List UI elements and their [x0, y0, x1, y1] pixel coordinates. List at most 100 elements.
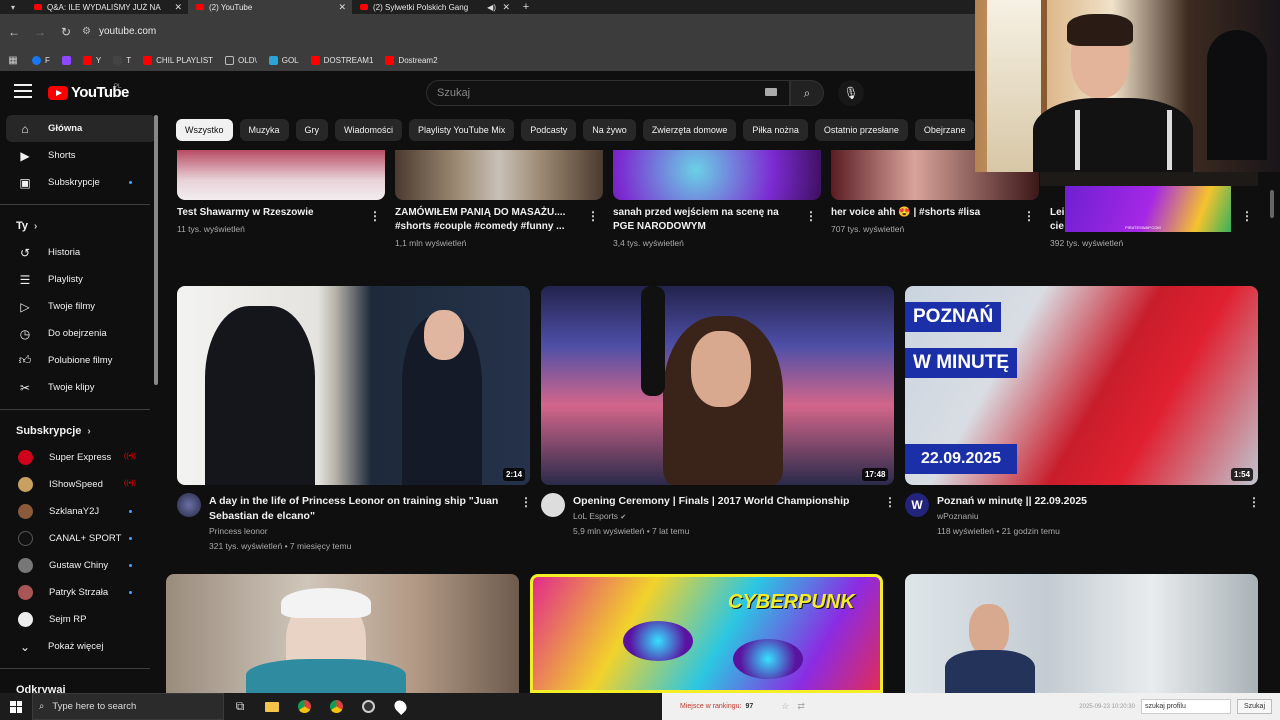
video-thumbnail-poznan[interactable]: POZNAŃ W MINUTĘ 22.09.2025	[905, 286, 1258, 485]
channel-avatar[interactable]	[177, 493, 201, 517]
new-tab-button[interactable]: +	[516, 1, 536, 13]
bookmark-t[interactable]: T	[107, 49, 137, 71]
channel-name[interactable]: Princess leonor	[209, 526, 268, 536]
bookmark-folder-old[interactable]: OLD\	[219, 49, 263, 71]
refresh-icon[interactable]: ⇄	[797, 701, 805, 712]
sidebar-item-liked[interactable]: 👍︎ Polubione filmy	[0, 347, 162, 374]
search-button[interactable]: ⌕	[790, 80, 824, 106]
video-thumbnail[interactable]	[395, 150, 603, 200]
video-title[interactable]: Opening Ceremony | Finals | 2017 World C…	[573, 494, 873, 509]
video-title[interactable]: Test Shawarmy w Rzeszowie	[177, 206, 362, 220]
obs-icon[interactable]	[352, 693, 384, 720]
main-scrollbar[interactable]	[1270, 190, 1274, 218]
sidebar-sub-szklanay2j[interactable]: SzklanaY2J	[0, 498, 162, 525]
bookmark-chil-playlist[interactable]: CHIL PLAYLIST	[137, 49, 219, 71]
sidebar-item-history[interactable]: ↺ Historia	[0, 239, 162, 266]
chip-live[interactable]: Na żywo	[583, 119, 636, 141]
browser-tab-sylwetki[interactable]: (2) Sylwetki Polskich Gangst ◀) ✕	[352, 0, 516, 14]
browser-tab-qa[interactable]: Q&A: ILE WYDALIŚMY JUŻ NA ✕	[26, 0, 188, 14]
sidebar-item-shorts[interactable]: ▶ Shorts	[0, 142, 162, 169]
video-title[interactable]: sanah przed wejściem na scenę na PGE NAR…	[613, 206, 798, 234]
back-arrow-icon[interactable]: ←	[2, 20, 26, 44]
sidebar-section-subscriptions[interactable]: Subskrypcje ›	[0, 418, 162, 444]
bookmark-dostream2[interactable]: Dostream2	[379, 49, 443, 71]
sidebar-item-your-videos[interactable]: ▷ Twoje filmy	[0, 293, 162, 320]
sidebar-item-clips[interactable]: ✂ Twoje klipy	[0, 374, 162, 401]
chrome-profile-icon[interactable]	[320, 693, 352, 720]
video-title[interactable]: Poznań w minutę || 22.09.2025	[937, 494, 1237, 509]
sidebar-scrollbar[interactable]	[154, 115, 158, 385]
video-thumbnail-doctor[interactable]	[905, 574, 1258, 693]
tab-search-icon[interactable]: ▾	[0, 0, 26, 14]
bookmark-f[interactable]: F	[26, 49, 56, 71]
bookmark-y[interactable]: Y	[77, 49, 107, 71]
more-options-icon[interactable]: ⋮	[1248, 495, 1260, 509]
chip-watched[interactable]: Obejrzane	[914, 119, 975, 141]
chip-podcasts[interactable]: Podcasty	[521, 119, 577, 141]
channel-avatar[interactable]: W	[905, 493, 929, 517]
video-thumbnail-princess[interactable]	[177, 286, 530, 485]
channel-name[interactable]: wPoznaniu	[937, 511, 979, 521]
video-title[interactable]: A day in the life of Princess Leonor on …	[209, 494, 509, 524]
close-tab-icon[interactable]: ✕	[174, 2, 182, 13]
more-options-icon[interactable]: ⋮	[805, 209, 817, 223]
sidebar-item-watch-later[interactable]: ◷ Do obejrzenia	[0, 320, 162, 347]
address-bar[interactable]: ⚙ youtube.com	[82, 20, 975, 44]
start-button[interactable]	[0, 700, 32, 713]
taskbar-search-input[interactable]: ⌕ Type here to search	[32, 693, 224, 720]
star-icon[interactable]: ☆	[781, 701, 789, 712]
sidebar-sub-ishowspeed[interactable]: IShowSpeed ((•))	[0, 471, 162, 498]
voice-search-button[interactable]: 🎙︎	[838, 80, 864, 106]
site-info-icon[interactable]: ⚙	[82, 26, 91, 37]
chip-football[interactable]: Piłka nożna	[743, 119, 808, 141]
bookmark-dostream1[interactable]: DOSTREAM1	[305, 49, 380, 71]
apps-grid-icon[interactable]: ▦	[0, 55, 26, 66]
chip-pets[interactable]: Zwierzęta domowe	[642, 119, 737, 141]
chip-games[interactable]: Gry	[295, 119, 329, 141]
bookmark-gol[interactable]: GOL	[263, 49, 305, 71]
video-title[interactable]: ZAMÓWIŁEM PANIĄ DO MASAŻU.... #shorts #c…	[395, 206, 580, 234]
more-options-icon[interactable]: ⋮	[884, 495, 896, 509]
more-options-icon[interactable]: ⋮	[587, 209, 599, 223]
chip-all[interactable]: Wszystko	[176, 119, 233, 141]
sidebar-section-you[interactable]: Ty ›	[0, 213, 162, 239]
video-title[interactable]: her voice ahh 😍 | #shorts #lisa	[831, 206, 1016, 220]
sidebar-sub-gustaw-chiny[interactable]: Gustaw Chiny	[0, 552, 162, 579]
video-thumbnail[interactable]	[177, 150, 385, 200]
more-options-icon[interactable]: ⋮	[1241, 209, 1253, 223]
more-options-icon[interactable]: ⋮	[369, 209, 381, 223]
profile-search-button[interactable]: Szukaj	[1236, 699, 1272, 714]
reload-icon[interactable]: ↻	[54, 20, 78, 44]
video-thumbnail-queen[interactable]	[166, 574, 519, 693]
bookmark-twitch[interactable]	[56, 49, 77, 71]
video-thumbnail-opening-ceremony[interactable]	[541, 286, 894, 485]
channel-avatar[interactable]	[541, 493, 565, 517]
speaker-icon[interactable]: ◀)	[487, 3, 496, 12]
channel-name[interactable]: LoL Esports ✔	[573, 511, 626, 521]
chip-mix[interactable]: Playlisty YouTube Mix	[409, 119, 515, 141]
task-view-icon[interactable]: ⧉	[224, 693, 256, 720]
chrome-icon[interactable]	[288, 693, 320, 720]
more-options-icon[interactable]: ⋮	[1023, 209, 1035, 223]
menu-hamburger-icon[interactable]	[14, 84, 32, 98]
chip-news[interactable]: Wiadomości	[335, 119, 403, 141]
chip-recently-uploaded[interactable]: Ostatnio przesłane	[814, 119, 908, 141]
video-thumbnail-cyberpunk[interactable]: CYBERPUNK	[530, 574, 883, 693]
browser-tab-youtube[interactable]: (2) YouTube ✕	[188, 0, 352, 14]
ad-banner[interactable]: PIRATESWAP.COM	[1065, 186, 1231, 232]
more-options-icon[interactable]: ⋮	[520, 495, 532, 509]
chip-music[interactable]: Muzyka	[239, 119, 289, 141]
sidebar-item-playlists[interactable]: ☰ Playlisty	[0, 266, 162, 293]
profile-search-input[interactable]: szukaj profilu	[1140, 699, 1231, 714]
location-pin-icon[interactable]	[384, 693, 416, 720]
file-explorer-icon[interactable]	[256, 693, 288, 720]
close-tab-icon[interactable]: ✕	[502, 2, 510, 13]
close-tab-icon[interactable]: ✕	[338, 2, 346, 13]
forward-arrow-icon[interactable]: →	[28, 20, 52, 44]
sidebar-sub-super-express[interactable]: Super Express ((•))	[0, 444, 162, 471]
sidebar-sub-sejm-rp[interactable]: Sejm RP	[0, 606, 162, 633]
video-thumbnail[interactable]	[613, 150, 821, 200]
sidebar-sub-canal-sport[interactable]: CANAL+ SPORT	[0, 525, 162, 552]
search-input[interactable]: Szukaj	[426, 80, 790, 106]
sidebar-show-more[interactable]: ⌄ Pokaż więcej	[0, 633, 162, 660]
